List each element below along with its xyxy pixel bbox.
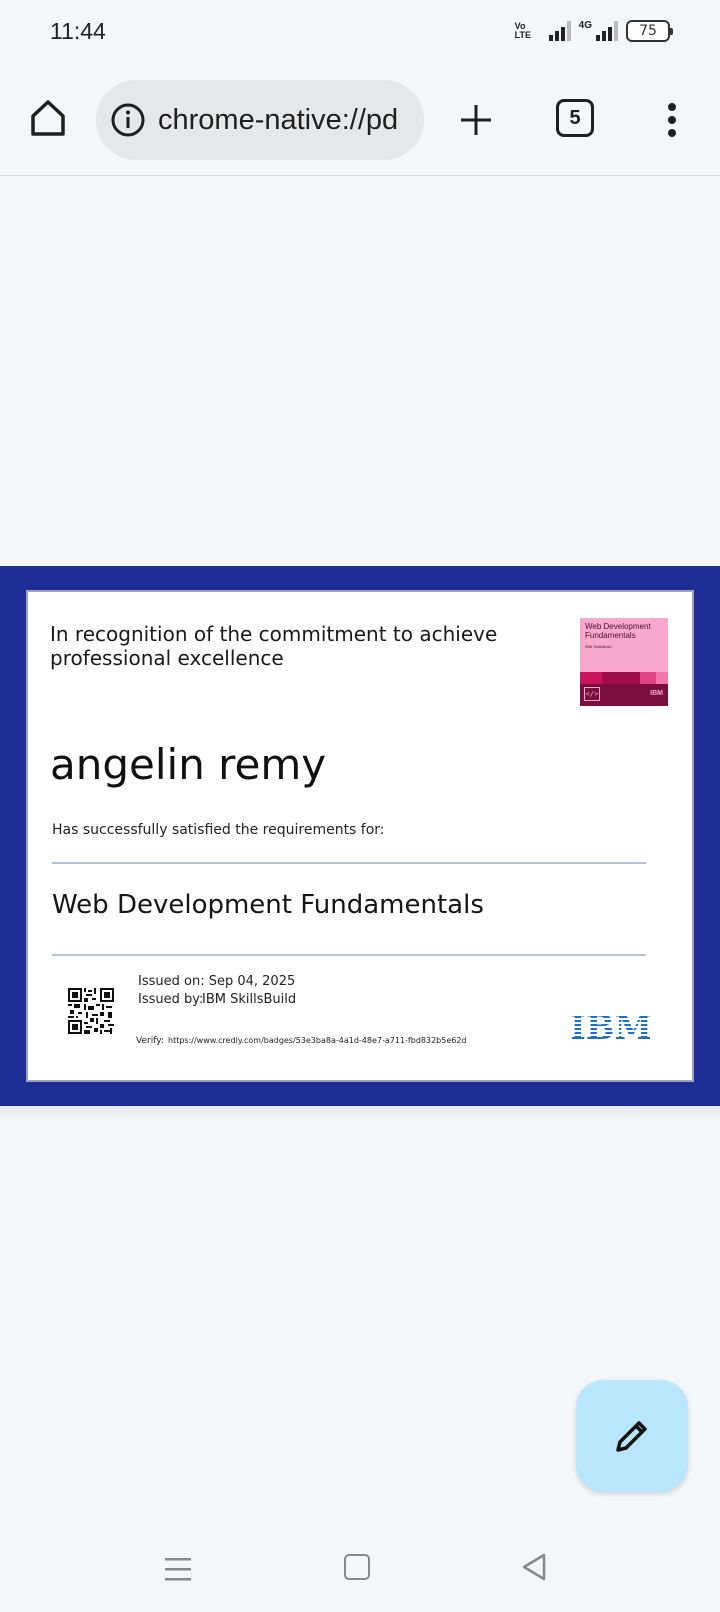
battery-level: 75 bbox=[639, 23, 657, 39]
pdf-page: In recognition of the commitment to achi… bbox=[0, 566, 720, 1106]
status-icons: Vo LTE 4G 75 bbox=[514, 20, 673, 42]
issued-by-value: IBM SkillsBuild bbox=[202, 992, 297, 1007]
tab-switcher-button[interactable]: 5 bbox=[556, 99, 594, 137]
home-button[interactable] bbox=[24, 94, 72, 142]
volte-icon: Vo LTE bbox=[514, 21, 531, 40]
plus-icon bbox=[461, 105, 491, 135]
menu-button[interactable] bbox=[648, 96, 696, 144]
certificate-card: In recognition of the commitment to achi… bbox=[26, 590, 694, 1082]
recents-menu-icon[interactable] bbox=[162, 1554, 194, 1584]
course-badge: Web Development Fundamentals IBM SkillsB… bbox=[580, 618, 668, 706]
divider bbox=[52, 954, 646, 956]
issued-on: Issued on: Sep 04, 2025 bbox=[138, 974, 296, 989]
verify-link[interactable]: https://www.credly.com/badges/53e3ba8a-4… bbox=[168, 1036, 467, 1045]
course-title: Web Development Fundamentals bbox=[52, 890, 484, 920]
badge-subtitle: IBM SkillsBuild bbox=[585, 644, 612, 649]
system-nav-bar bbox=[0, 1530, 720, 1612]
badge-bottom: </> IBM bbox=[580, 684, 668, 706]
home-square-icon[interactable] bbox=[344, 1554, 370, 1580]
home-icon bbox=[31, 100, 65, 136]
more-vert-icon bbox=[668, 103, 676, 137]
badge-stripe bbox=[580, 672, 668, 684]
page-shadow bbox=[0, 1106, 720, 1120]
status-time: 11:44 bbox=[50, 18, 106, 44]
recognition-text: In recognition of the commitment to achi… bbox=[50, 622, 498, 670]
issued-by-label: Issued by: bbox=[138, 992, 204, 1007]
verify-label: Verify: bbox=[136, 1036, 164, 1046]
pencil-icon bbox=[616, 1421, 647, 1452]
requirement-text: Has successfully satisfied the requireme… bbox=[52, 822, 385, 838]
signal-4g-icon bbox=[596, 21, 618, 41]
code-icon: </> bbox=[584, 687, 600, 701]
edit-fab[interactable] bbox=[576, 1380, 688, 1492]
omnibox[interactable]: chrome-native://pd bbox=[96, 80, 424, 160]
new-tab-button[interactable] bbox=[452, 96, 500, 144]
network-type-label: 4G bbox=[578, 20, 592, 31]
url-text[interactable]: chrome-native://pd bbox=[158, 104, 398, 137]
badge-title: Web Development Fundamentals bbox=[585, 622, 651, 640]
back-triangle-icon[interactable] bbox=[520, 1552, 548, 1582]
browser-toolbar: chrome-native://pd 5 bbox=[0, 66, 720, 176]
tab-count: 5 bbox=[569, 106, 581, 129]
battery-icon: 75 bbox=[626, 20, 673, 42]
status-bar: 11:44 Vo LTE 4G 75 bbox=[0, 0, 720, 66]
badge-brand: IBM bbox=[650, 690, 663, 697]
info-icon[interactable] bbox=[110, 102, 146, 138]
recipient-name: angelin remy bbox=[50, 740, 327, 789]
ibm-logo-icon: IBM bbox=[572, 1010, 650, 1042]
qr-code-icon bbox=[68, 988, 114, 1034]
divider bbox=[52, 862, 646, 864]
signal-icon bbox=[548, 21, 571, 41]
